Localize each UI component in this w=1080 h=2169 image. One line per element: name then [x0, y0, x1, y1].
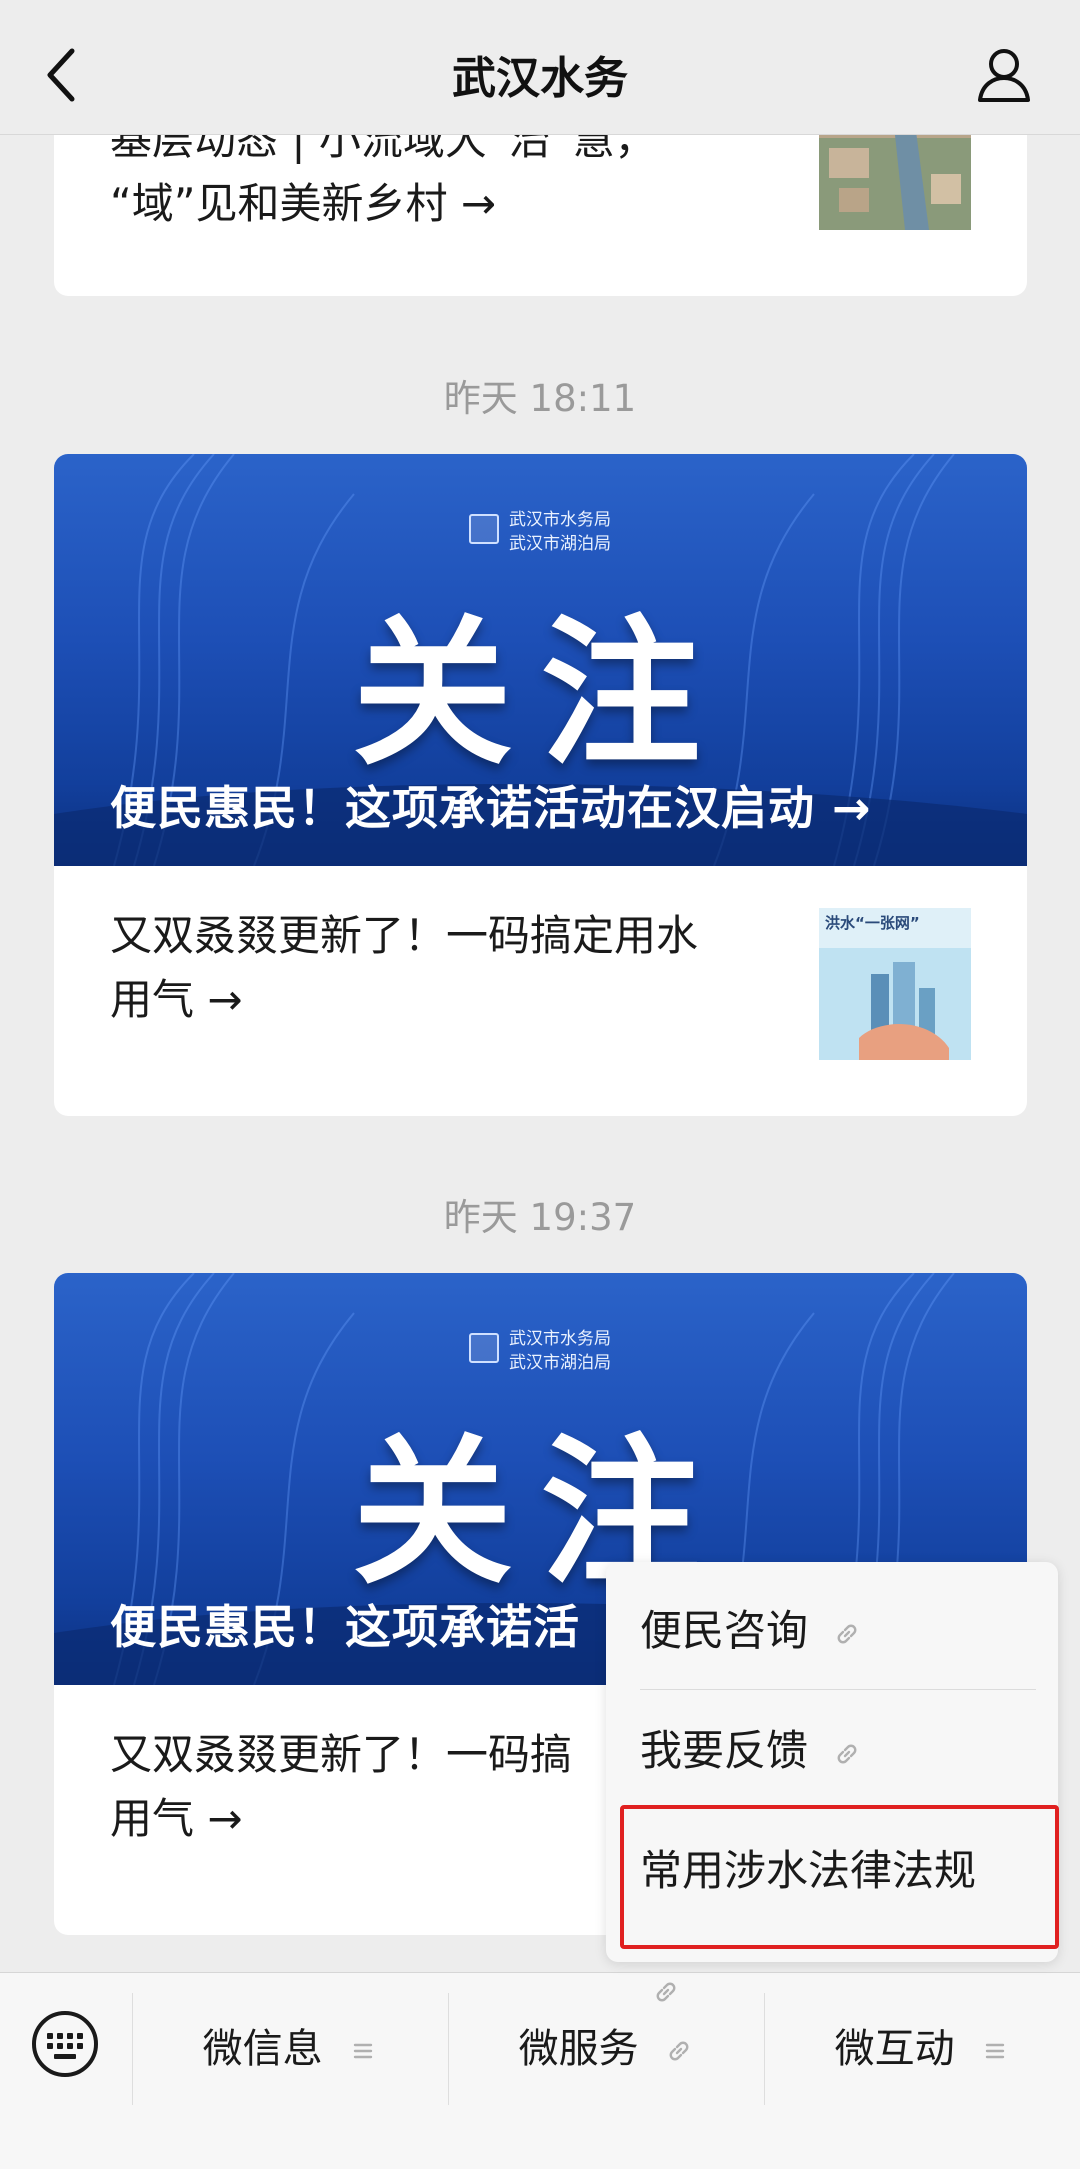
menu-item-water-laws[interactable]: 常用涉水法律法规: [640, 1812, 1024, 2001]
bureau-logo-icon: [469, 514, 499, 544]
menu-item-label: 我要反馈: [640, 1726, 809, 1775]
bureau-names: 武汉市水务局 武汉市湖泊局: [509, 508, 611, 556]
message-timestamp: 昨天 19:37: [443, 1196, 637, 1239]
menu-label: 微服务: [518, 2026, 639, 2072]
menu-label: 微互动: [834, 2026, 955, 2072]
menu-item-label: 常用涉水法律法规: [640, 1846, 977, 1895]
menu-weihudong[interactable]: 微互动: [765, 1993, 1079, 2105]
keyboard-icon[interactable]: [30, 2009, 100, 2079]
menu-weixinxi[interactable]: 微信息: [133, 1993, 447, 2105]
menu-item-feedback[interactable]: 我要反馈: [640, 1692, 1024, 1810]
bureau-names: 武汉市水务局 武汉市湖泊局: [509, 1327, 611, 1375]
page-title: 武汉水务: [452, 53, 628, 104]
hero-caption[interactable]: 便民惠民！这项承诺活: [110, 1591, 580, 1657]
article-card[interactable]: 武汉市水务局 武汉市湖泊局 关注 便民惠民！这项承诺活动在汉启动 → 又双叒叕更…: [54, 454, 1027, 1116]
article-title-line: “域”见和美新乡村 →: [110, 179, 497, 228]
bureau-name-line: 武汉市湖泊局: [509, 534, 611, 554]
thumbnail-label: 洪水“一张网”: [825, 914, 920, 932]
menu-item-consultation[interactable]: 便民咨询: [640, 1572, 1024, 1690]
article-thumbnail[interactable]: 洪水“一张网”: [819, 908, 971, 1060]
hero-headline: 关注: [352, 600, 729, 787]
submenu-popup: 便民咨询 我要反馈 常用涉水法律法规: [606, 1562, 1058, 2001]
bureau-name-line: 武汉市水务局: [509, 510, 611, 530]
list-icon: [354, 2043, 373, 2059]
top-nav-bar: 武汉水务: [0, 0, 1080, 135]
menu-weifuwu[interactable]: 微服务: [449, 1993, 763, 2105]
article-title-line: 又双叒叕更新了！一码搞定用水: [110, 911, 699, 960]
menu-label: 微信息: [202, 2026, 323, 2072]
menu-item-label: 便民咨询: [640, 1606, 809, 1655]
bottom-menu-bar: 微信息 微服务 微互动: [0, 1972, 1080, 2169]
link-icon: [656, 1982, 676, 2001]
link-icon: [837, 1624, 857, 1643]
article-title[interactable]: 又双叒叕更新了！一码搞定用水 用气 →: [110, 904, 790, 1032]
message-timestamp: 昨天 18:11: [443, 377, 637, 420]
bureau-logo-icon: [469, 1333, 499, 1363]
bureau-name-line: 武汉市湖泊局: [509, 1353, 611, 1373]
article-title-line: 用气 →: [110, 975, 243, 1024]
menu-divider: [640, 1689, 1036, 1690]
link-icon: [837, 1744, 857, 1763]
bureau-name-line: 武汉市水务局: [509, 1329, 611, 1349]
hero-caption[interactable]: 便民惠民！这项承诺活动在汉启动 →: [110, 772, 872, 838]
profile-icon[interactable]: [974, 44, 1034, 104]
list-icon: [986, 2043, 1005, 2059]
article-hero-banner[interactable]: 武汉市水务局 武汉市湖泊局 关注 便民惠民！这项承诺活动在汉启动 →: [54, 454, 1027, 866]
